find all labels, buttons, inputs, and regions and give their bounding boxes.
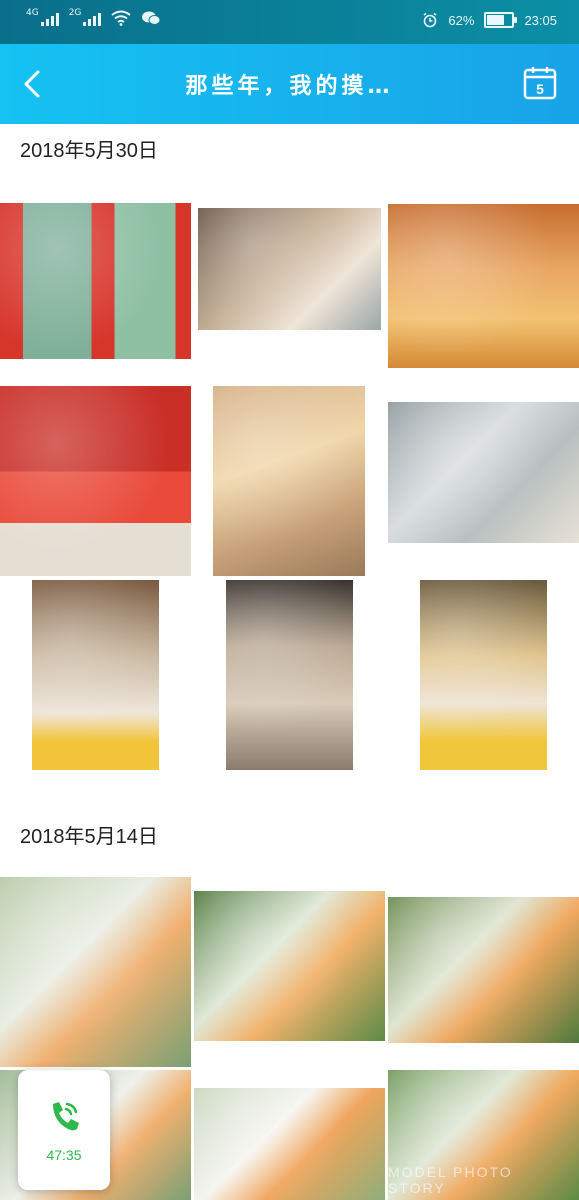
photo-thumbnail[interactable] — [388, 897, 579, 1043]
net-type-2: 2G — [68, 8, 82, 18]
page-title: 那些年，我的摸… — [185, 74, 394, 99]
call-floating-button[interactable]: 47:35 — [18, 1070, 110, 1190]
status-right: 62% 23:05 — [422, 12, 557, 28]
call-duration: 47:35 — [46, 1147, 82, 1163]
section-date-2: 2018年5月14日 — [20, 826, 158, 848]
app-bar: 那些年，我的摸… 5 — [0, 44, 579, 124]
photo-thumbnail[interactable] — [0, 877, 191, 1067]
photo-thumbnail[interactable] — [194, 891, 385, 1041]
wechat-icon — [142, 11, 161, 25]
calendar-day: 5 — [536, 81, 544, 97]
photo-thumbnail[interactable] — [0, 386, 191, 576]
photo-thumbnail[interactable] — [0, 203, 191, 359]
photo-thumbnail[interactable] — [420, 580, 547, 770]
alarm-icon — [423, 12, 437, 28]
photo-thumbnail[interactable]: MODEL PHOTO STORY — [388, 1070, 579, 1200]
clock: 23:05 — [524, 12, 557, 28]
signal-icon-1 — [40, 10, 59, 26]
photo-thumbnail[interactable] — [388, 402, 579, 543]
photo-thumbnail[interactable] — [198, 208, 381, 330]
photo-thumbnail[interactable] — [226, 580, 353, 770]
battery-icon — [484, 12, 518, 28]
photo-thumbnail[interactable] — [194, 1088, 385, 1200]
battery-percent: 62% — [448, 12, 475, 28]
watermark-text: MODEL PHOTO STORY — [388, 1164, 513, 1196]
wifi-icon — [111, 10, 132, 26]
calendar-icon[interactable]: 5 — [523, 66, 557, 100]
signal-icon-2 — [83, 10, 102, 26]
section-date-1: 2018年5月30日 — [20, 140, 158, 162]
phone-call-icon — [53, 1102, 79, 1131]
photo-thumbnail[interactable] — [388, 204, 579, 368]
photo-thumbnail[interactable] — [32, 580, 159, 770]
net-type-1: 4G — [26, 8, 39, 18]
status-bar: 4G 2G 62% 23:05 — [0, 0, 579, 44]
status-left: 4G 2G — [26, 8, 161, 26]
photo-thumbnail[interactable] — [213, 386, 365, 576]
